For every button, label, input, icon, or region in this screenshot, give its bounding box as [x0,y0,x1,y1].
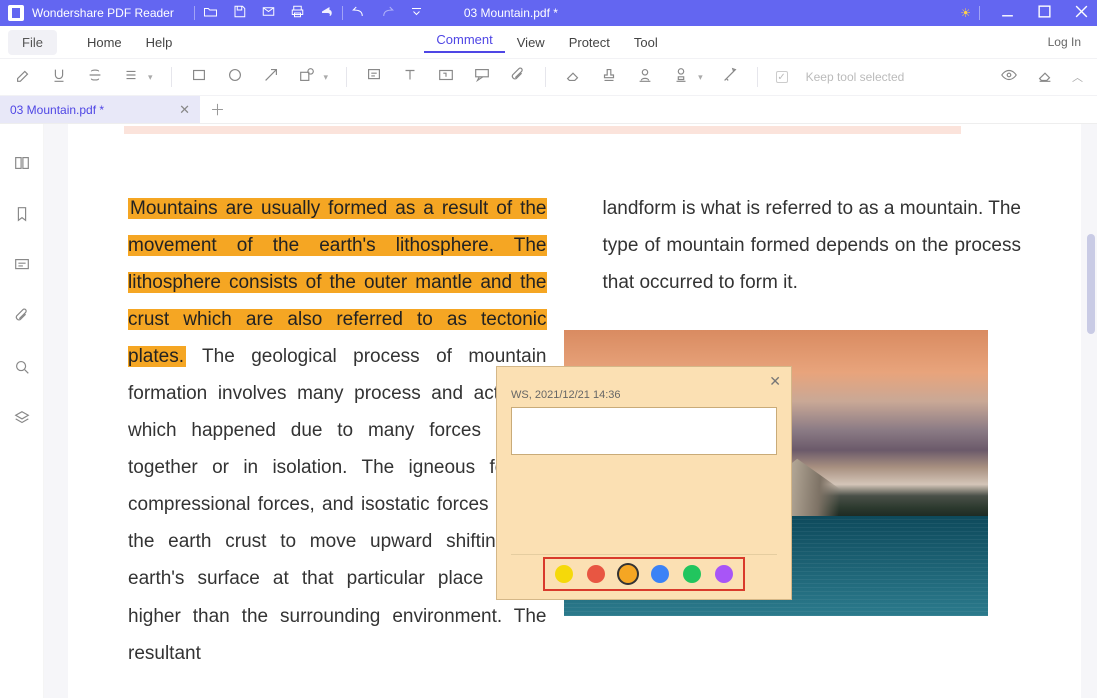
strikethrough-icon[interactable] [86,66,104,89]
left-column: Mountains are usually formed as a result… [128,190,547,672]
callout-icon[interactable] [473,66,491,89]
scrollbar-thumb[interactable] [1087,234,1095,334]
login-link[interactable]: Log In [1048,35,1081,49]
chevron-down-icon[interactable]: ▾ [698,72,703,83]
new-tab-button[interactable]: ＋ [200,99,235,120]
theme-icon[interactable]: ☀ [960,6,971,20]
highlight-icon[interactable] [14,66,32,89]
body-text: The geological process of mountain forma… [128,346,547,663]
chevron-down-icon[interactable]: ▾ [148,72,153,83]
color-red[interactable] [587,565,605,583]
chevron-down-icon[interactable]: ▾ [324,72,329,83]
bookmarks-icon[interactable] [13,205,31,228]
share-icon[interactable] [319,4,334,22]
eraser-icon[interactable] [564,66,582,89]
color-orange[interactable] [619,565,637,583]
decorative-bar [124,126,961,134]
tab-bar: 03 Mountain.pdf * ✕ ＋ [0,96,1097,124]
text-icon[interactable] [401,66,419,89]
maximize-icon[interactable] [1037,4,1052,22]
protect-menu[interactable]: Protect [557,35,622,50]
undo-icon[interactable] [351,4,366,22]
tab-label: 03 Mountain.pdf * [10,103,104,117]
search-icon[interactable] [13,358,31,381]
underline-icon[interactable] [50,66,68,89]
thumbnails-icon[interactable] [13,154,31,177]
app-logo [8,5,24,21]
annotation-timestamp: 2021/12/21 14:36 [535,389,621,401]
tool-menu[interactable]: Tool [622,35,670,50]
dropdown-icon[interactable] [409,4,424,22]
document-title: 03 Mountain.pdf * [464,6,558,20]
side-panel [0,124,44,698]
divider [511,554,777,555]
stamp-icon[interactable] [600,66,618,89]
mail-icon[interactable] [261,4,276,22]
layers-icon[interactable] [13,409,31,432]
file-menu[interactable]: File [8,30,57,55]
view-menu[interactable]: View [505,35,557,50]
color-purple[interactable] [715,565,733,583]
rectangle-icon[interactable] [190,66,208,89]
app-name: Wondershare PDF Reader [32,6,174,20]
home-menu[interactable]: Home [75,35,134,50]
color-picker [543,557,745,591]
textbox-icon[interactable] [437,66,455,89]
measure-icon[interactable] [721,66,739,89]
save-icon[interactable] [232,4,247,22]
list-icon[interactable] [122,66,140,89]
color-blue[interactable] [651,565,669,583]
attachment-icon[interactable] [509,66,527,89]
keep-tool-label: Keep tool selected [806,70,905,84]
page-viewport[interactable]: Mountains are usually formed as a result… [44,124,1097,698]
menu-bar: File Home Help Comment View Protect Tool… [0,26,1097,58]
close-popup-icon[interactable]: ✕ [769,373,781,390]
comment-menu[interactable]: Comment [424,32,504,53]
redo-icon[interactable] [380,4,395,22]
attachments-icon[interactable] [13,307,31,330]
stamp-dropdown-icon[interactable] [672,66,690,89]
color-green[interactable] [683,565,701,583]
body-text: landform is what is referred to as a mou… [603,198,1022,293]
keep-tool-checkbox[interactable]: ✓ [776,71,788,83]
comments-icon[interactable] [13,256,31,279]
document-tab[interactable]: 03 Mountain.pdf * ✕ [0,96,200,123]
highlighted-text[interactable]: Mountains are usually formed as a result… [128,198,547,367]
open-folder-icon[interactable] [203,4,218,22]
help-menu[interactable]: Help [134,35,185,50]
arrow-icon[interactable] [262,66,280,89]
circle-icon[interactable] [226,66,244,89]
print-icon[interactable] [290,4,305,22]
signature-icon[interactable] [636,66,654,89]
annotation-author: WS, [511,389,532,401]
annotation-note-input[interactable] [511,407,777,455]
visibility-icon[interactable] [1000,66,1018,89]
comment-toolbar: ▾ ▾ ▾ ✓ Keep tool selected ︿ [0,58,1097,96]
close-window-icon[interactable] [1074,4,1089,22]
note-icon[interactable] [365,66,383,89]
collapse-icon[interactable]: ︿ [1072,69,1083,85]
color-yellow[interactable] [555,565,573,583]
annotation-popup: ✕ WS, 2021/12/21 14:36 [496,366,792,600]
erase-all-icon[interactable] [1036,66,1054,89]
close-tab-icon[interactable]: ✕ [179,102,190,118]
title-bar: Wondershare PDF Reader 03 Mountain.pdf *… [0,0,1097,26]
minimize-icon[interactable] [1000,4,1015,22]
shape-dropdown-icon[interactable] [298,66,316,89]
